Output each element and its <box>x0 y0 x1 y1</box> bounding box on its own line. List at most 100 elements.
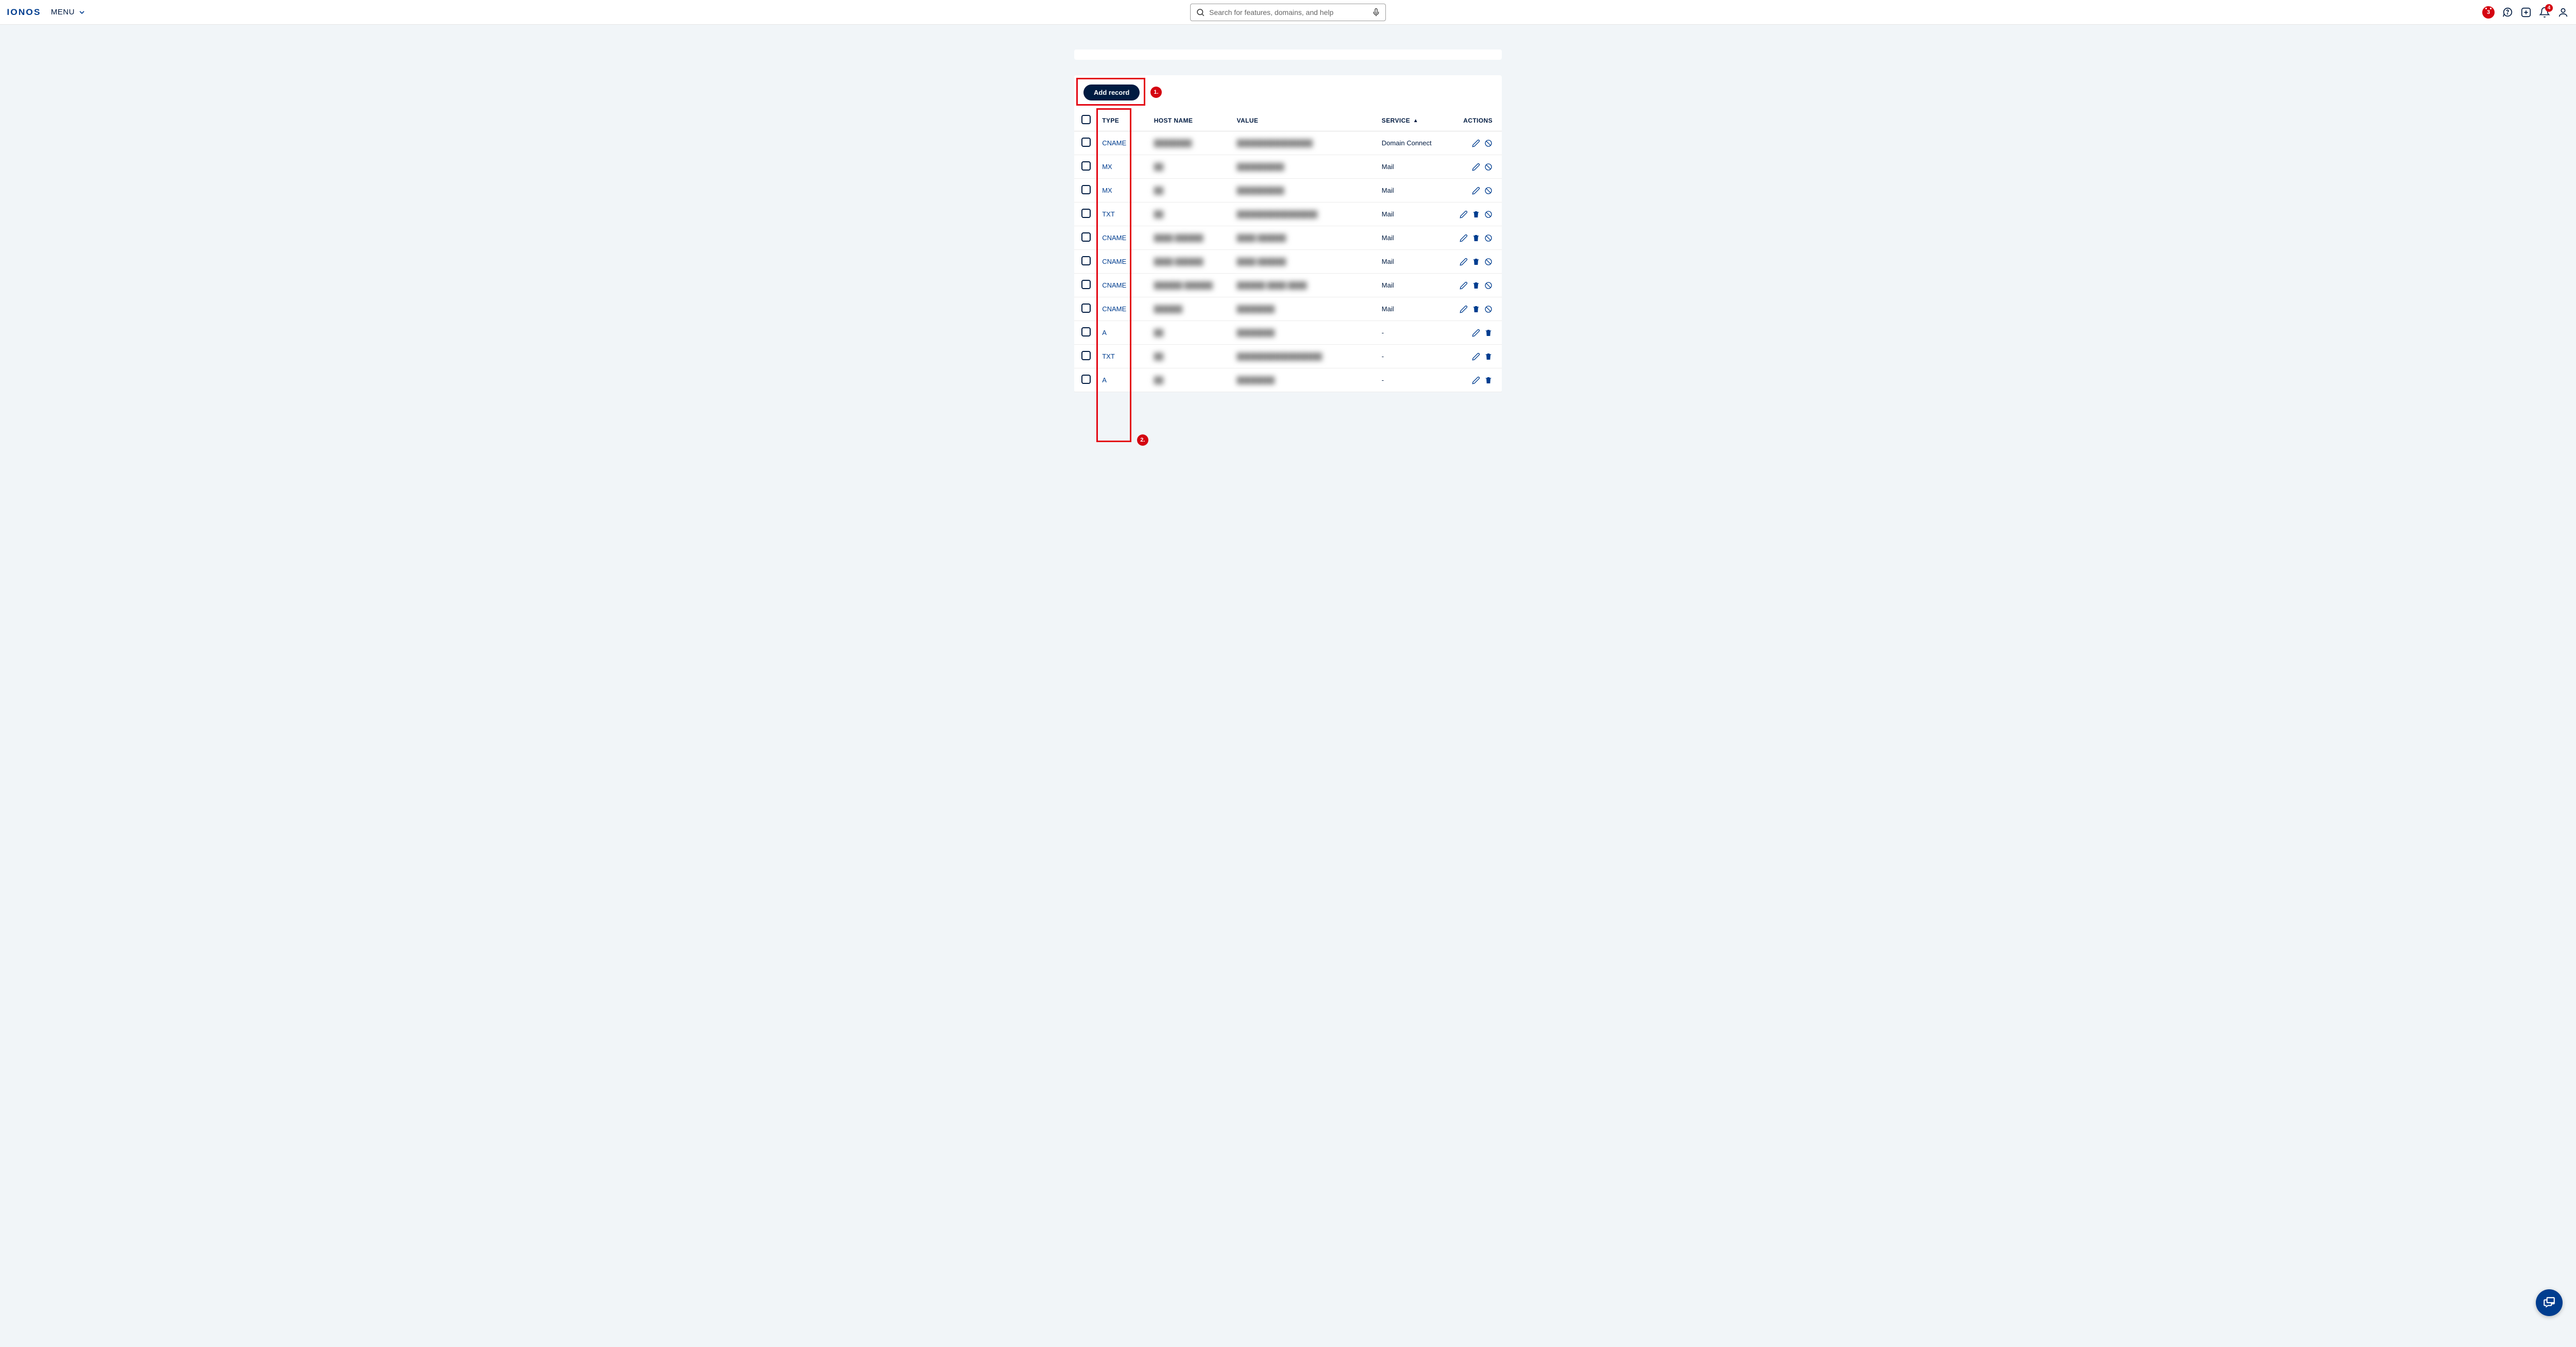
record-value: ████████ <box>1236 376 1275 384</box>
disable-icon[interactable] <box>1484 187 1493 195</box>
column-header-value[interactable]: VALUE <box>1232 110 1377 131</box>
delete-icon[interactable] <box>1484 329 1493 337</box>
edit-icon[interactable] <box>1472 139 1480 147</box>
account-icon[interactable] <box>2557 7 2569 18</box>
record-type-link[interactable]: CNAME <box>1102 258 1126 265</box>
edit-icon[interactable] <box>1472 329 1480 337</box>
chat-fab[interactable] <box>2536 1289 2563 1316</box>
disable-icon[interactable] <box>1484 139 1493 147</box>
row-checkbox[interactable] <box>1081 256 1091 265</box>
record-type-link[interactable]: CNAME <box>1102 281 1126 289</box>
row-checkbox[interactable] <box>1081 304 1091 313</box>
record-type-link[interactable]: MX <box>1102 187 1112 194</box>
record-value: ██████████ <box>1236 163 1284 171</box>
record-type-link[interactable]: TXT <box>1102 352 1115 360</box>
record-service: Mail <box>1378 226 1445 250</box>
disable-icon[interactable] <box>1484 234 1493 242</box>
column-header-actions: ACTIONS <box>1445 110 1502 131</box>
column-header-service[interactable]: SERVICE ▲ <box>1378 110 1445 131</box>
edit-icon[interactable] <box>1460 258 1468 266</box>
disable-icon[interactable] <box>1484 305 1493 313</box>
edit-icon[interactable] <box>1472 352 1480 361</box>
column-header-host[interactable]: HOST NAME <box>1150 110 1233 131</box>
dns-records-card: 1. Add record 2. TYPE HOST NAME VALUE SE… <box>1074 75 1502 392</box>
main-menu-toggle[interactable]: MENU <box>51 8 86 16</box>
service-header-label: SERVICE <box>1382 117 1410 124</box>
add-icon[interactable] <box>2520 7 2532 18</box>
row-checkbox[interactable] <box>1081 280 1091 289</box>
calendar-badge: 3 <box>2482 6 2495 19</box>
help-icon[interactable] <box>2502 7 2513 18</box>
record-value: █████████████████ <box>1236 210 1317 218</box>
record-actions <box>1445 131 1502 155</box>
record-value: ██████████ <box>1236 187 1284 194</box>
record-type-link[interactable]: CNAME <box>1102 139 1126 147</box>
table-row: CNAME████ ██████████ ██████Mail <box>1074 250 1502 274</box>
select-all-checkbox[interactable] <box>1081 115 1091 124</box>
delete-icon[interactable] <box>1484 376 1493 384</box>
record-type-link[interactable]: MX <box>1102 163 1112 171</box>
record-actions <box>1445 250 1502 274</box>
record-host: ██ <box>1154 352 1163 360</box>
record-type-link[interactable]: A <box>1102 376 1107 384</box>
disable-icon[interactable] <box>1484 210 1493 218</box>
record-value: ████ ██████ <box>1236 258 1286 265</box>
record-actions <box>1445 226 1502 250</box>
row-checkbox[interactable] <box>1081 185 1091 194</box>
table-row: CNAME██████████████Mail <box>1074 297 1502 321</box>
add-record-button[interactable]: Add record <box>1083 85 1140 100</box>
disable-icon[interactable] <box>1484 258 1493 266</box>
edit-icon[interactable] <box>1460 234 1468 242</box>
edit-icon[interactable] <box>1460 305 1468 313</box>
record-host: ██████ ██████ <box>1154 281 1213 289</box>
record-host: ██ <box>1154 376 1163 384</box>
delete-icon[interactable] <box>1472 234 1480 242</box>
row-checkbox[interactable] <box>1081 351 1091 360</box>
edit-icon[interactable] <box>1460 281 1468 290</box>
chevron-down-icon <box>78 8 86 16</box>
microphone-icon[interactable] <box>1372 8 1380 16</box>
delete-icon[interactable] <box>1472 281 1480 290</box>
annotation-marker-1: 1. <box>1150 87 1162 98</box>
column-select-all <box>1074 110 1098 131</box>
column-header-type[interactable]: TYPE <box>1098 110 1149 131</box>
delete-icon[interactable] <box>1472 305 1480 313</box>
disable-icon[interactable] <box>1484 281 1493 290</box>
record-value: ████ ██████ <box>1236 234 1286 242</box>
table-row: TXT████████████████████- <box>1074 345 1502 368</box>
global-search[interactable] <box>1190 4 1386 21</box>
row-checkbox[interactable] <box>1081 232 1091 242</box>
record-type-link[interactable]: CNAME <box>1102 234 1126 242</box>
calendar-promo-icon[interactable]: 3 <box>2482 6 2495 19</box>
delete-icon[interactable] <box>1472 210 1480 218</box>
delete-icon[interactable] <box>1484 352 1493 361</box>
disable-icon[interactable] <box>1484 163 1493 171</box>
notifications-icon[interactable]: 4 <box>2539 7 2550 18</box>
page-body: 1. Add record 2. TYPE HOST NAME VALUE SE… <box>0 49 2576 423</box>
row-checkbox[interactable] <box>1081 209 1091 218</box>
record-service: Mail <box>1378 297 1445 321</box>
edit-icon[interactable] <box>1472 187 1480 195</box>
edit-icon[interactable] <box>1472 163 1480 171</box>
row-checkbox[interactable] <box>1081 161 1091 171</box>
search-input[interactable] <box>1209 8 1368 16</box>
edit-icon[interactable] <box>1472 376 1480 384</box>
delete-icon[interactable] <box>1472 258 1480 266</box>
header-actions: 3 4 <box>2482 6 2569 19</box>
edit-icon[interactable] <box>1460 210 1468 218</box>
record-service: Mail <box>1378 274 1445 297</box>
annotation-marker-2: 2. <box>1137 434 1148 446</box>
row-checkbox[interactable] <box>1081 375 1091 384</box>
brand-logo[interactable]: IONOS <box>7 7 41 18</box>
row-checkbox[interactable] <box>1081 327 1091 336</box>
record-actions <box>1445 345 1502 368</box>
record-type-link[interactable]: CNAME <box>1102 305 1126 313</box>
record-host: ██ <box>1154 163 1163 171</box>
record-host: ████ ██████ <box>1154 234 1204 242</box>
record-type-link[interactable]: TXT <box>1102 210 1115 218</box>
row-checkbox[interactable] <box>1081 138 1091 147</box>
table-row: MX████████████Mail <box>1074 179 1502 203</box>
record-host: ████████ <box>1154 139 1192 147</box>
record-value: ████████████████ <box>1236 139 1312 147</box>
record-type-link[interactable]: A <box>1102 329 1107 336</box>
